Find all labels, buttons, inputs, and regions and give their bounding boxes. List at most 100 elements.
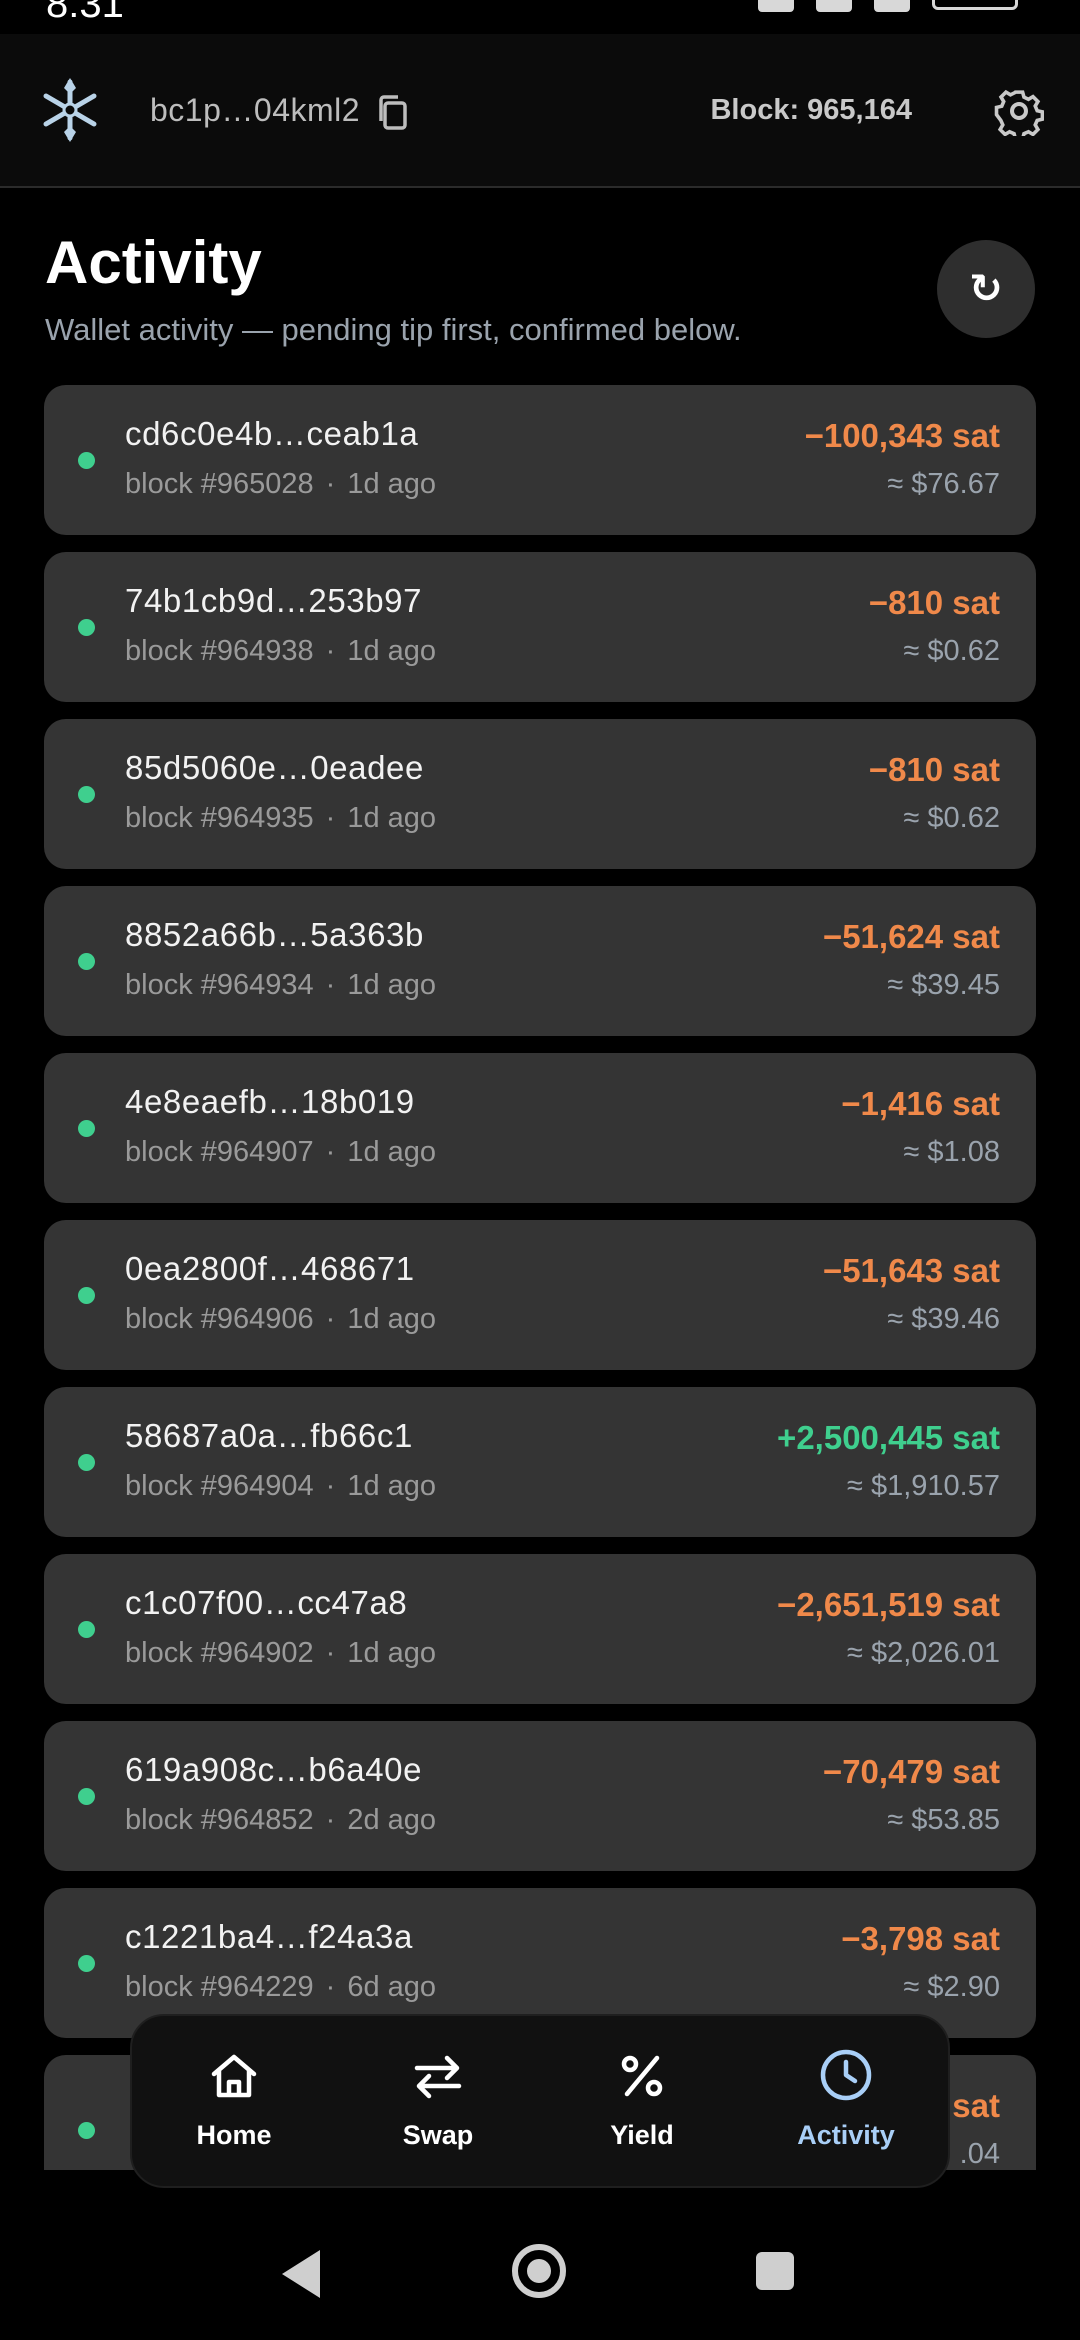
tx-block: block #964935: [125, 802, 314, 834]
tx-meta: block #964904 · 1d ago: [125, 1470, 436, 1503]
tx-meta: block #964902 · 1d ago: [125, 1637, 436, 1670]
system-nav-bar: [0, 2188, 1080, 2340]
tx-block: block #964229: [125, 1971, 314, 2003]
meta-separator: ·: [325, 1136, 336, 1168]
tx-hash: 85d5060e…0eadee: [125, 749, 424, 786]
status-dot: [78, 1120, 95, 1137]
tx-hash: 4e8eaefb…18b019: [125, 1083, 415, 1120]
tx-meta: block #964935 · 1d ago: [125, 802, 436, 835]
meta-separator: ·: [325, 969, 336, 1001]
signal-icon: [816, 0, 852, 12]
tx-row[interactable]: 619a908c…b6a40e block #964852 · 2d ago −70,4…: [44, 1721, 1036, 1871]
nav-home-label: Home: [196, 2120, 272, 2150]
page-title: Activity: [45, 229, 262, 296]
status-dot: [78, 953, 95, 970]
meta-separator: ·: [325, 1303, 336, 1335]
back-icon[interactable]: [282, 2250, 320, 2298]
tx-hash: cd6c0e4b…ceab1a: [125, 415, 419, 452]
tx-block: block #964904: [125, 1470, 314, 1502]
tx-fiat-value: ≈ $0.62: [903, 802, 1000, 834]
tx-amount: −810 sat: [868, 584, 1000, 621]
nav-yield[interactable]: Yield: [540, 2016, 744, 2186]
nav-swap[interactable]: Swap: [336, 2016, 540, 2186]
status-dot: [78, 1287, 95, 1304]
home-icon: [211, 2054, 257, 2098]
tx-row[interactable]: cd6c0e4b…ceab1a block #965028 · 1d ago −100,…: [44, 385, 1036, 535]
tx-fiat-value: ≈ $39.46: [887, 1303, 1000, 1335]
recents-icon[interactable]: [756, 2252, 794, 2290]
tx-amount: +2,500,445 sat: [777, 1419, 1000, 1456]
status-dot: [78, 1955, 95, 1972]
tx-block: block #964902: [125, 1637, 314, 1669]
status-bar: 8:31: [0, 0, 1080, 34]
tx-row[interactable]: 58687a0a…fb66c1 block #964904 · 1d ago +2,50…: [44, 1387, 1036, 1537]
nav-home[interactable]: Home: [132, 2016, 336, 2186]
tx-row[interactable]: 4e8eaefb…18b019 block #964907 · 1d ago −1,41…: [44, 1053, 1036, 1203]
tx-fiat-value: .04: [959, 2138, 1000, 2170]
swap-icon: [414, 2055, 462, 2099]
meta-separator: ·: [325, 1637, 336, 1669]
tx-block: block #964907: [125, 1136, 314, 1168]
status-dot: [78, 1621, 95, 1638]
tx-age: 1d ago: [347, 969, 437, 1001]
tx-row[interactable]: 8852a66b…5a363b block #964934 · 1d ago −51,6…: [44, 886, 1036, 1036]
tx-hash: 8852a66b…5a363b: [125, 916, 424, 953]
tx-amount: −51,624 sat: [822, 918, 1000, 955]
tx-hash: 619a908c…b6a40e: [125, 1751, 423, 1788]
snowflake-icon[interactable]: [36, 76, 104, 144]
copy-icon[interactable]: [376, 94, 410, 132]
tx-amount: −810 sat: [868, 751, 1000, 788]
tx-meta: block #964938 · 1d ago: [125, 635, 436, 668]
tx-age: 2d ago: [347, 1804, 437, 1836]
nav-yield-label: Yield: [610, 2120, 674, 2150]
tx-amount: −100,343 sat: [804, 417, 1000, 454]
tx-amount: −1,416 sat: [841, 1085, 1000, 1122]
tx-age: 1d ago: [347, 1303, 437, 1335]
home-circle-icon[interactable]: [512, 2244, 566, 2298]
status-icons: [758, 0, 1018, 12]
tx-meta: block #964907 · 1d ago: [125, 1136, 436, 1169]
app-screen: 8:31 bc1p…04kml2 Block: 965,164 Activity…: [0, 0, 1080, 2340]
status-dot: [78, 2122, 95, 2139]
tx-fiat-value: ≈ $0.62: [903, 635, 1000, 667]
meta-separator: ·: [325, 635, 336, 667]
tx-row[interactable]: 74b1cb9d…253b97 block #964938 · 1d ago −810 …: [44, 552, 1036, 702]
gear-icon[interactable]: [994, 86, 1044, 136]
battery-icon: [932, 0, 1018, 10]
tx-row[interactable]: c1c07f00…cc47a8 block #964902 · 1d ago −2,65…: [44, 1554, 1036, 1704]
meta-separator: ·: [325, 1804, 336, 1836]
refresh-button[interactable]: ↻: [937, 240, 1035, 338]
tx-meta: block #964852 · 2d ago: [125, 1804, 436, 1837]
tx-fiat-value: ≈ $2,026.01: [847, 1637, 1000, 1669]
tx-amount: −2,651,519 sat: [777, 1586, 1000, 1623]
tx-block: block #964938: [125, 635, 314, 667]
meta-separator: ·: [325, 468, 336, 500]
tx-fiat-value: ≈ $39.45: [887, 969, 1000, 1001]
page-subtitle: Wallet activity — pending tip first, con…: [45, 312, 742, 347]
bottom-nav: Home Swap Yield Activity: [130, 2014, 950, 2188]
tx-fiat-value: ≈ $76.67: [887, 468, 1000, 500]
tx-row[interactable]: 85d5060e…0eadee block #964935 · 1d ago −810 …: [44, 719, 1036, 869]
nav-activity[interactable]: Activity: [744, 2016, 948, 2186]
meta-separator: ·: [325, 1470, 336, 1502]
tx-amount: −3,798 sat: [841, 1920, 1000, 1957]
tx-hash: c1c07f00…cc47a8: [125, 1584, 408, 1621]
tx-fiat-value: ≈ $2.90: [903, 1971, 1000, 2003]
tx-meta: block #964934 · 1d ago: [125, 969, 436, 1002]
tx-hash: 74b1cb9d…253b97: [125, 582, 423, 619]
tx-age: 1d ago: [347, 468, 437, 500]
status-time: 8:31: [46, 0, 124, 26]
app-header: bc1p…04kml2 Block: 965,164: [0, 34, 1080, 188]
tx-meta: block #964229 · 6d ago: [125, 1971, 436, 2004]
clock-icon: [820, 2049, 872, 2101]
tx-row[interactable]: 0ea2800f…468671 block #964906 · 1d ago −51,6…: [44, 1220, 1036, 1370]
meta-separator: ·: [325, 802, 336, 834]
wifi-icon: [874, 0, 910, 12]
notification-icon: [758, 0, 794, 12]
tx-amount: −51,643 sat: [822, 1252, 1000, 1289]
transaction-list[interactable]: cd6c0e4b…ceab1a block #965028 · 1d ago −100,…: [44, 385, 1036, 2222]
tx-age: 1d ago: [347, 635, 437, 667]
tx-block: block #964906: [125, 1303, 314, 1335]
tx-fiat-value: ≈ $1,910.57: [847, 1470, 1000, 1502]
tx-amount: −70,479 sat: [822, 1753, 1000, 1790]
